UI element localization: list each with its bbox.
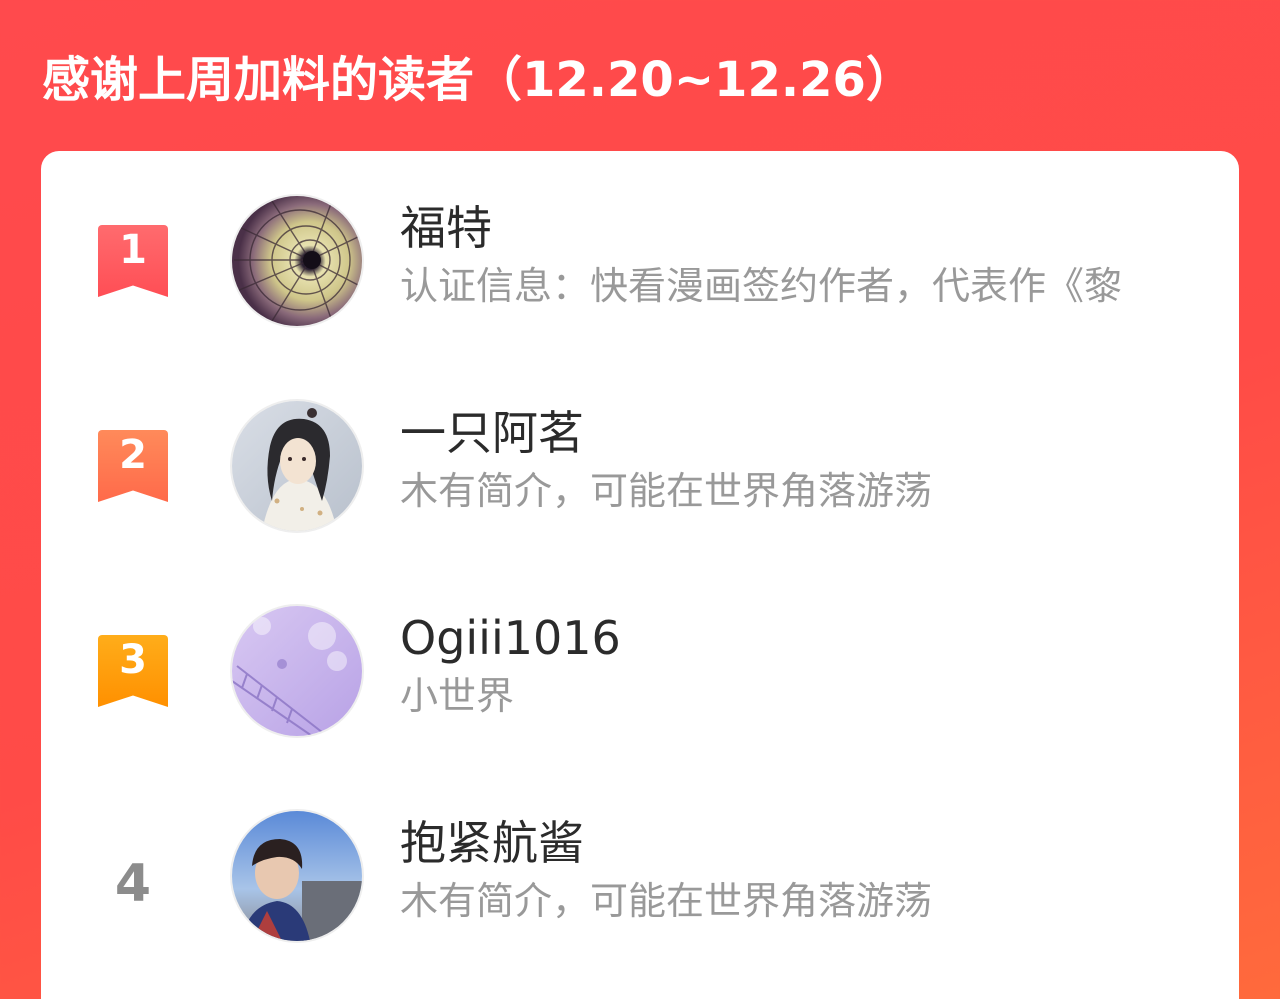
reader-ranking-card: 1 福特 认证信息：快看漫画签约作者，代表作《黎 2 一只阿茗 木有简介，可能在… [41, 151, 1239, 999]
reader-name[interactable]: 抱紧航酱 [400, 814, 584, 872]
reader-bio: 小世界 [400, 674, 515, 718]
page-title: 感谢上周加料的读者（12.20~12.26） [42, 52, 914, 108]
stained-glass-avatar-icon[interactable] [230, 194, 364, 328]
reader-name[interactable]: 一只阿茗 [400, 404, 584, 462]
rank-number: 4 [114, 854, 152, 914]
reader-row-4[interactable]: 4 抱紧航酱 木有简介，可能在世界角落游荡 [41, 806, 1239, 956]
reader-row-3[interactable]: 3 Ogiii1016 小世界 [41, 601, 1239, 751]
rank-ribbon-icon: 3 [98, 635, 168, 707]
rank-number: 2 [119, 432, 147, 478]
reader-name[interactable]: Ogiii1016 [400, 609, 621, 667]
anime-character-avatar-icon[interactable] [230, 399, 364, 533]
purple-illustration-avatar-icon[interactable] [230, 604, 364, 738]
photo-portrait-avatar-icon[interactable] [230, 809, 364, 943]
reader-bio: 认证信息：快看漫画签约作者，代表作《黎 [400, 264, 1123, 308]
reader-bio: 木有简介，可能在世界角落游荡 [400, 469, 933, 513]
reader-name[interactable]: 福特 [400, 199, 492, 257]
reader-row-2[interactable]: 2 一只阿茗 木有简介，可能在世界角落游荡 [41, 396, 1239, 546]
rank-number: 3 [119, 637, 147, 683]
rank-number: 1 [119, 227, 147, 273]
rank-ribbon-icon: 2 [98, 430, 168, 502]
reader-bio: 木有简介，可能在世界角落游荡 [400, 879, 933, 923]
rank-ribbon-icon: 1 [98, 225, 168, 297]
reader-row-1[interactable]: 1 福特 认证信息：快看漫画签约作者，代表作《黎 [41, 191, 1239, 341]
